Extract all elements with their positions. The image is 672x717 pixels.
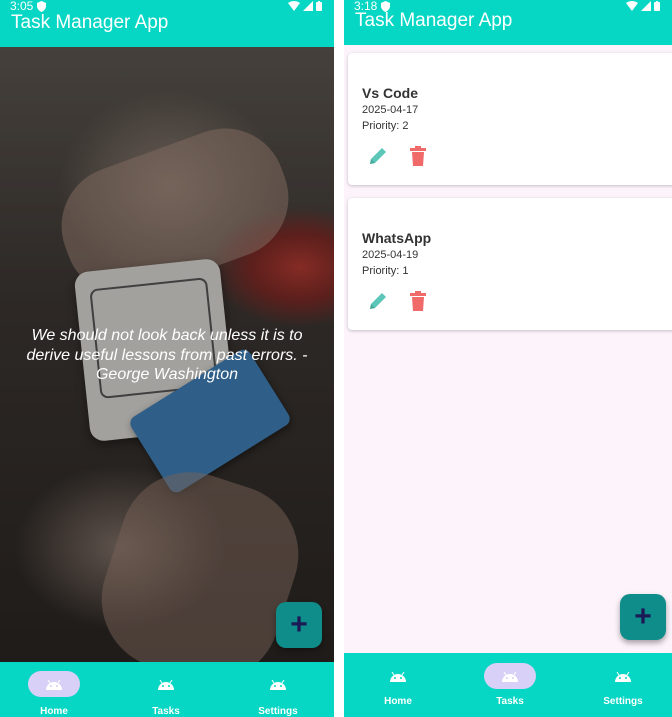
add-task-fab[interactable]: + <box>620 594 666 640</box>
edit-task-button[interactable] <box>364 142 392 170</box>
tasks-screen: 3:18 Task Manager App Vs Code 2025-04-17… <box>344 0 672 717</box>
nav-label-tasks: Tasks <box>152 706 180 717</box>
task-name: Vs Code <box>362 85 419 101</box>
trash-icon <box>410 291 426 311</box>
nav-item-tasks[interactable]: Tasks <box>455 663 565 707</box>
nav-label-settings: Settings <box>603 696 643 707</box>
android-icon <box>46 679 62 690</box>
nav-label-tasks: Tasks <box>496 696 524 707</box>
battery-icon <box>316 0 322 11</box>
delete-task-button[interactable] <box>404 287 432 315</box>
task-card[interactable]: WhatsApp 2025-04-19 Priority: 1 <box>348 198 672 330</box>
android-icon <box>270 679 286 690</box>
nav-item-home[interactable]: Home <box>344 663 453 707</box>
home-screen: 3:05 Task Manager App We should not look… <box>0 0 334 717</box>
nav-label-home: Home <box>384 696 412 707</box>
signal-icon <box>641 0 651 11</box>
app-bar: 3:18 Task Manager App <box>344 0 672 45</box>
plus-icon: + <box>290 608 308 641</box>
android-icon <box>502 671 518 682</box>
edit-task-button[interactable] <box>364 287 392 315</box>
pencil-icon <box>370 293 386 309</box>
bottom-navigation: Home Tasks Settings <box>0 662 334 717</box>
delete-task-button[interactable] <box>404 142 432 170</box>
task-name: WhatsApp <box>362 230 432 246</box>
battery-icon <box>654 0 660 11</box>
add-task-fab[interactable]: + <box>276 602 322 648</box>
task-card[interactable]: Vs Code 2025-04-17 Priority: 2 <box>348 53 672 185</box>
pencil-icon <box>370 148 386 164</box>
task-date: 2025-04-17 <box>362 104 419 116</box>
android-icon <box>158 679 174 690</box>
nav-item-settings[interactable]: Settings <box>223 671 333 717</box>
signal-icon <box>303 0 313 11</box>
quote-text: We should not look back unless it is to … <box>26 327 308 383</box>
trash-icon <box>410 146 426 166</box>
wifi-icon <box>288 0 300 11</box>
app-title: Task Manager App <box>355 10 513 31</box>
nav-label-home: Home <box>40 706 68 717</box>
nav-item-tasks[interactable]: Tasks <box>111 671 221 717</box>
nav-item-home[interactable]: Home <box>0 671 109 717</box>
android-icon <box>390 671 406 682</box>
task-date: 2025-04-19 <box>362 249 419 261</box>
plus-icon: + <box>634 600 652 633</box>
task-priority: Priority: 2 <box>362 120 409 132</box>
status-bar: 3:05 <box>10 0 47 13</box>
wifi-icon <box>626 0 638 11</box>
nav-item-settings[interactable]: Settings <box>568 663 672 707</box>
shield-icon <box>37 0 47 12</box>
app-title: Task Manager App <box>11 12 169 33</box>
screen-divider <box>334 0 344 717</box>
task-priority: Priority: 1 <box>362 265 409 277</box>
bottom-navigation: Home Tasks Settings <box>344 653 672 717</box>
nav-label-settings: Settings <box>258 706 298 717</box>
app-bar: 3:05 Task Manager App <box>0 0 334 47</box>
android-icon <box>615 671 631 682</box>
